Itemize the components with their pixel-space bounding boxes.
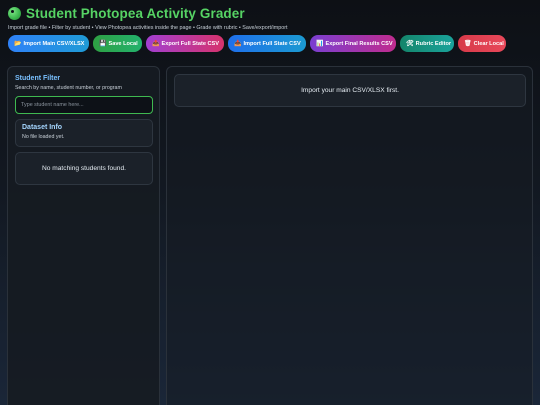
trash-icon: 🗑 bbox=[464, 41, 472, 47]
dataset-status: No file loaded yet. bbox=[22, 134, 65, 140]
chart-icon: 📊 bbox=[316, 41, 324, 47]
save-local-button[interactable]: 💾 Save Local bbox=[93, 35, 142, 52]
import-notice: Import your main CSV/XLSX first. bbox=[174, 74, 526, 107]
student-filter-title: Student Filter bbox=[15, 75, 61, 82]
rubric-editor-label: Rubric Editor bbox=[415, 40, 452, 47]
export-full-state-button[interactable]: 📤 Export Full State CSV bbox=[146, 35, 224, 52]
export-full-state-label: Export Full State CSV bbox=[161, 40, 219, 47]
clear-local-button[interactable]: 🗑 Clear Local bbox=[458, 35, 506, 52]
save-icon: 💾 bbox=[99, 41, 107, 47]
app-title: Student Photopea Activity Grader bbox=[26, 6, 245, 21]
dataset-info-card: Dataset Info No file loaded yet. bbox=[15, 119, 153, 147]
student-filter-subtitle: Search by name, student number, or progr… bbox=[15, 85, 122, 91]
palette-logo-icon bbox=[8, 7, 21, 20]
import-main-label: Import Main CSV/XLSX bbox=[23, 40, 85, 47]
import-main-button[interactable]: 📂 Import Main CSV/XLSX bbox=[8, 35, 89, 52]
student-search-input[interactable] bbox=[15, 96, 153, 114]
import-full-state-label: Import Full State CSV bbox=[243, 40, 301, 47]
export-final-results-label: Export Final Results CSV bbox=[325, 40, 393, 47]
save-local-label: Save Local bbox=[108, 40, 138, 47]
folder-icon: 📂 bbox=[14, 41, 22, 47]
import-icon: 📥 bbox=[234, 41, 242, 47]
export-final-results-button[interactable]: 📊 Export Final Results CSV bbox=[310, 35, 396, 52]
export-icon: 📤 bbox=[152, 41, 160, 47]
app-subtitle: Import grade file • Filter by student • … bbox=[8, 25, 288, 31]
tools-icon: 🛠 bbox=[406, 41, 414, 47]
import-full-state-button[interactable]: 📥 Import Full State CSV bbox=[228, 35, 306, 52]
title-row: Student Photopea Activity Grader bbox=[8, 6, 532, 21]
dataset-info-title: Dataset Info bbox=[22, 124, 63, 131]
student-list-empty: No matching students found. bbox=[15, 152, 153, 185]
student-filter-panel: Student Filter Search by name, student n… bbox=[7, 66, 160, 405]
app-header: Student Photopea Activity Grader Import … bbox=[8, 6, 532, 31]
toolbar: 📂 Import Main CSV/XLSX 💾 Save Local 📤 Ex… bbox=[8, 35, 506, 52]
main-panel: Import your main CSV/XLSX first. bbox=[166, 66, 533, 405]
clear-local-label: Clear Local bbox=[473, 40, 504, 47]
rubric-editor-button[interactable]: 🛠 Rubric Editor bbox=[400, 35, 454, 52]
